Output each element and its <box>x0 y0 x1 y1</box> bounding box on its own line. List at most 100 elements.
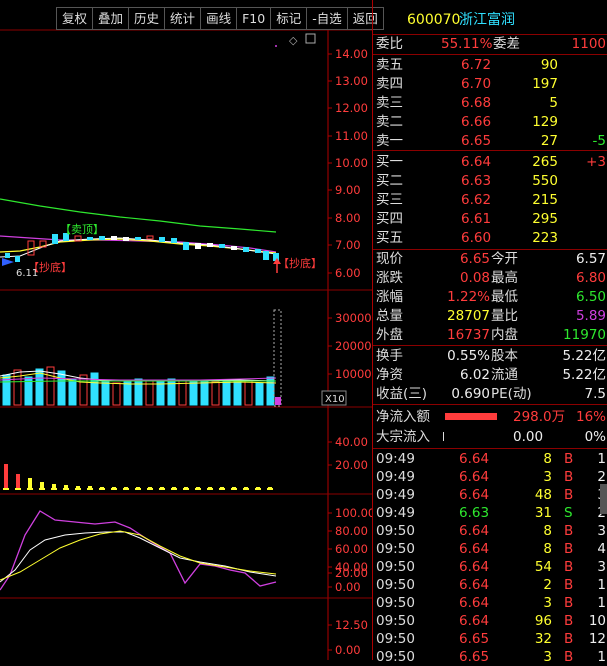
toolbar-history[interactable]: 历史 <box>128 7 165 30</box>
block-inflow-row: 大宗流入 0.00 0% <box>373 428 607 446</box>
tick-row: 09:50 6.64 8 B 4 <box>373 540 607 558</box>
ask-volume: 5 <box>549 95 558 111</box>
tick-price: 6.64 <box>459 541 490 557</box>
fund-value: 5.22亿 <box>562 367 606 383</box>
tick-volume: 54 <box>534 559 552 575</box>
bid-volume: 215 <box>532 192 558 208</box>
fund-value: 7.5 <box>584 386 606 402</box>
fund-label: 收益(三) <box>376 386 428 402</box>
toolbar-f10[interactable]: F10 <box>236 7 271 30</box>
axis-tick-label: 8.00 <box>335 211 361 225</box>
tick-count: 3 <box>597 559 606 575</box>
fund-label: 净资 <box>376 367 403 383</box>
bid-row: 买三 6.62 215 <box>373 191 607 209</box>
tick-row: 09:50 6.65 3 B 1 <box>373 648 607 666</box>
stat-label: 最高 <box>491 270 518 286</box>
kline-chart[interactable]: ◇ 14.00 13.00 12.00 11.00 10.00 9.00 8.00 7.00 6… <box>0 0 372 660</box>
tick-row: 09:50 6.64 3 B 1 <box>373 594 607 612</box>
tick-volume: 31 <box>534 505 552 521</box>
diamond-icon[interactable]: ◇ <box>289 34 298 47</box>
toolbar-statistics[interactable]: 统计 <box>164 7 201 30</box>
tick-volume: 96 <box>534 613 552 629</box>
volume-unit: X10 <box>325 394 345 405</box>
stat-value: 28707 <box>447 308 490 324</box>
axis-tick-label: 100.00 <box>335 506 372 520</box>
tick-volume: 3 <box>543 469 552 485</box>
toolbar-mark[interactable]: 标记 <box>270 7 307 30</box>
fund-label: PE(动) <box>491 386 532 402</box>
tick-direction: B <box>564 541 574 557</box>
axis-tick-label: 40.00 <box>335 435 368 449</box>
stock-code: 600070 <box>407 12 461 28</box>
net-inflow-bar <box>445 413 497 420</box>
stock-header: 600070 浙江富润 <box>373 11 607 31</box>
axis-tick-label: 13.00 <box>335 74 368 88</box>
tick-time: 09:50 <box>376 613 415 629</box>
axis-tick-label: 10.00 <box>335 156 368 170</box>
axis-tick-label: 20.00 <box>335 458 368 472</box>
tick-price: 6.64 <box>459 559 490 575</box>
ask-change: -5 <box>592 133 606 149</box>
bid-change: +3 <box>586 154 606 170</box>
axis-tick-label: 7.00 <box>335 238 361 252</box>
tick-row: 09:49 6.64 3 B 2 <box>373 468 607 486</box>
tick-row: 09:50 6.65 32 B 12 <box>373 630 607 648</box>
tick-scrollbar[interactable] <box>600 484 607 514</box>
toolbar-remove-watchlist[interactable]: -自选 <box>306 7 347 30</box>
tick-count: 1 <box>597 577 606 593</box>
axis-tick-label: 30000 <box>335 311 372 325</box>
tick-price: 6.64 <box>459 487 490 503</box>
tick-time: 09:49 <box>376 487 415 503</box>
tick-time: 09:50 <box>376 631 415 647</box>
stat-value: 11970 <box>563 327 606 343</box>
fund-label: 换手 <box>376 348 403 364</box>
bid-price: 6.63 <box>461 173 492 189</box>
bid-price: 6.62 <box>461 192 492 208</box>
bid-row: 买一 6.64 265 +3 <box>373 153 607 171</box>
tick-price: 6.64 <box>459 595 490 611</box>
stat-value: 5.89 <box>575 308 606 324</box>
tick-time: 09:50 <box>376 523 415 539</box>
tick-direction: B <box>564 559 574 575</box>
tick-direction: B <box>564 469 574 485</box>
ask-price: 6.70 <box>461 76 492 92</box>
volume-axis: 30000 20000 10000 <box>328 311 372 381</box>
tick-volume: 8 <box>543 541 552 557</box>
stat-value: 16737 <box>447 327 490 343</box>
quote-panel: 600070 浙江富润 委比 55.11% 委差 1100 卖五 6.72 90 卖四… <box>372 0 607 665</box>
axis-tick-label: 20.00 <box>335 566 368 580</box>
axis-tick-label: 6.00 <box>335 266 361 280</box>
bid-volume: 550 <box>532 173 558 189</box>
fundamental-row: 换手 0.55% 股本 5.22亿 <box>373 347 607 365</box>
tick-price: 6.64 <box>459 469 490 485</box>
net-inflow-pct: 16% <box>575 409 606 425</box>
bid-row: 买二 6.63 550 <box>373 172 607 190</box>
stat-label: 涨幅 <box>376 289 403 305</box>
tick-volume: 32 <box>534 631 552 647</box>
ask-label: 卖三 <box>376 95 403 111</box>
weicha-label: 委差 <box>493 36 520 52</box>
tick-volume: 2 <box>543 577 552 593</box>
tick-row: 09:50 6.64 2 B 1 <box>373 576 607 594</box>
axis-tick-label: 12.50 <box>335 618 368 632</box>
stat-value: 1.22% <box>447 289 490 305</box>
ask-price: 6.65 <box>461 133 492 149</box>
tick-time: 09:49 <box>376 505 415 521</box>
toolbar-draw-line[interactable]: 画线 <box>200 7 237 30</box>
axis-tick-label: 14.00 <box>335 47 368 61</box>
bid-row: 买四 6.61 295 <box>373 210 607 228</box>
weibi-row: 委比 55.11% 委差 1100 <box>373 35 607 53</box>
tick-row: 09:49 6.64 8 B 1 <box>373 450 607 468</box>
tick-direction: B <box>564 649 574 665</box>
axis-tick-label: 80.00 <box>335 524 368 538</box>
stat-row: 涨跌 0.08 最高 6.80 <box>373 269 607 287</box>
toolbar-overlay[interactable]: 叠加 <box>92 7 129 30</box>
stat-value: 0.08 <box>459 270 490 286</box>
ask-label: 卖四 <box>376 76 403 92</box>
tick-volume: 48 <box>534 487 552 503</box>
weibi-value: 55.11% <box>441 36 493 52</box>
ask-price: 6.68 <box>461 95 492 111</box>
toolbar-restore-rights[interactable]: 复权 <box>56 7 93 30</box>
stat-row: 涨幅 1.22% 最低 6.50 <box>373 288 607 306</box>
stat-row: 外盘 16737 内盘 11970 <box>373 326 607 344</box>
